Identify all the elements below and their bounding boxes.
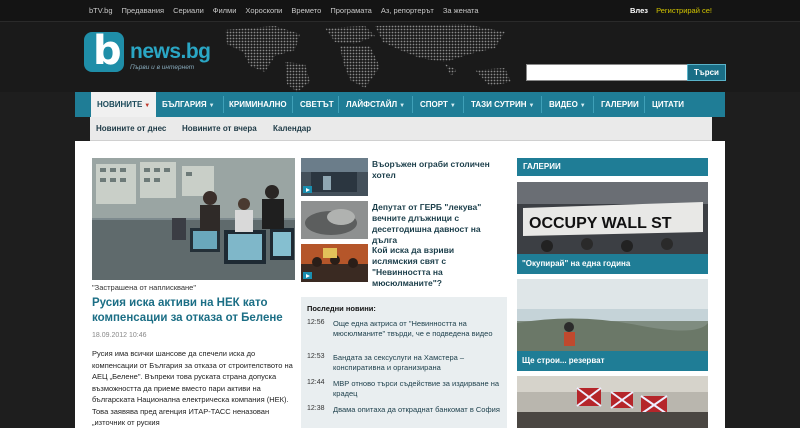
nav-item-news[interactable]: НОВИНИТЕ ▼	[91, 92, 157, 117]
lead-body: Русия има всички шансове да спечели иска…	[92, 349, 293, 427]
nav-item-this-morning[interactable]: ТАЗИ СУТРИН ▼	[471, 92, 535, 117]
gallery-item[interactable]: Ще строи... резерват	[517, 279, 708, 371]
nav-item-galleries[interactable]: ГАЛЕРИИ	[601, 92, 639, 117]
latest-news-time: 12:56	[307, 319, 325, 326]
latest-news-time: 12:44	[307, 379, 325, 386]
site-header: b news.bg Първи и в интернет Търси	[0, 22, 800, 92]
subnav-calendar[interactable]: Календар	[273, 124, 311, 133]
world-map-graphic	[225, 24, 511, 92]
logo-tagline: Първи и в интернет	[130, 64, 195, 71]
subnav-today[interactable]: Новините от днес	[96, 124, 166, 133]
main-nav: НОВИНИТЕ ▼ БЪЛГАРИЯ ▼ КРИМИНАЛНО СВЕТЪТ ЛА…	[75, 92, 725, 117]
latest-news-time: 12:38	[307, 405, 325, 412]
latest-news-text[interactable]: Двама опитаха да откраднат банкомат в Со…	[333, 405, 503, 415]
svg-text:OCCUPY WALL ST: OCCUPY WALL ST	[529, 215, 672, 232]
lead-date: 18.09.2012 10:46	[92, 332, 147, 339]
nav-item-crime[interactable]: КРИМИНАЛНО	[229, 92, 287, 117]
chevron-down-icon: ▼	[144, 103, 151, 109]
latest-news-text[interactable]: МВР отново търси съдействие за издирване…	[333, 379, 503, 399]
nav-item-sport[interactable]: СПОРТ ▼	[420, 92, 456, 117]
gallery-caption[interactable]: "Окупирай" на една година	[517, 254, 708, 274]
sub-nav: Новините от днес Новините от вчера Кален…	[90, 117, 712, 141]
register-link[interactable]: Регистрирай се!	[656, 6, 712, 15]
auth-links: Влез Регистрирай се!	[630, 6, 712, 15]
login-link[interactable]: Влез	[630, 6, 648, 15]
latest-news-text[interactable]: Още една актриса от "Невинността на мюсю…	[333, 319, 503, 339]
story-thumbnail	[301, 158, 368, 196]
story-title[interactable]: Въоръжен ограби столичен хотел	[372, 159, 502, 181]
video-play-icon	[303, 186, 312, 193]
logo-mark: b	[84, 28, 124, 74]
latest-news-box: Последни новини: 12:56 Още една актриса …	[301, 297, 507, 428]
chevron-down-icon: ▼	[399, 103, 406, 109]
chevron-down-icon: ▼	[208, 103, 215, 109]
control-room-photo	[92, 158, 295, 280]
story-thumbnail	[301, 244, 368, 282]
story-item[interactable]: Въоръжен ограби столичен хотел	[301, 158, 507, 198]
galleries-heading[interactable]: ГАЛЕРИИ	[517, 158, 708, 176]
lead-headline[interactable]: Русия иска активи на НЕК като компенсаци…	[92, 296, 297, 326]
nav-item-bulgaria[interactable]: БЪЛГАРИЯ ▼	[162, 92, 215, 117]
chevron-down-icon: ▼	[528, 103, 535, 109]
nav-item-video[interactable]: ВИДЕО ▼	[549, 92, 586, 117]
link-program[interactable]: Програмата	[330, 6, 372, 15]
link-women[interactable]: За жената	[443, 6, 479, 15]
latest-news-text[interactable]: Бандата за сексуслуги на Хамстера – конс…	[333, 353, 503, 373]
link-horoscopes[interactable]: Хороскопи	[245, 6, 282, 15]
lead-story-image[interactable]	[92, 158, 295, 280]
story-title[interactable]: Депутат от ГЕРБ "лекува" вечните длъжниц…	[372, 202, 502, 246]
gallery-item[interactable]	[517, 376, 708, 428]
link-btv[interactable]: bTV.bg	[89, 6, 113, 15]
search-input[interactable]	[526, 64, 688, 81]
story-item[interactable]: Кой иска да взриви ислямския свят с "Нев…	[301, 244, 507, 288]
nav-item-quotes[interactable]: ЦИТАТИ	[652, 92, 684, 117]
video-play-icon	[303, 272, 312, 279]
search-box: Търси	[526, 64, 726, 81]
nav-item-lifestyle[interactable]: ЛАЙФСТАЙЛ ▼	[346, 92, 405, 117]
link-weather[interactable]: Времето	[291, 6, 321, 15]
link-reporter[interactable]: Аз, репортерът	[381, 6, 434, 15]
latest-news-time: 12:53	[307, 353, 325, 360]
logo-name: news.bg	[130, 40, 211, 63]
lead-image-caption: "Застрашена от наплискване"	[92, 283, 197, 292]
subnav-yesterday[interactable]: Новините от вчера	[182, 124, 257, 133]
nav-item-world[interactable]: СВЕТЪТ	[300, 92, 334, 117]
gallery-photo	[517, 376, 708, 428]
link-shows[interactable]: Предавания	[122, 6, 165, 15]
story-item[interactable]: Депутат от ГЕРБ "лекува" вечните длъжниц…	[301, 201, 507, 245]
gallery-caption[interactable]: Ще строи... резерват	[517, 351, 708, 371]
gallery-item[interactable]: OCCUPY WALL ST "Окупирай" на една година	[517, 182, 708, 274]
latest-news-heading: Последни новини:	[307, 304, 376, 313]
chevron-down-icon: ▼	[579, 103, 586, 109]
story-title[interactable]: Кой иска да взриви ислямския свят с "Нев…	[372, 245, 502, 289]
story-thumbnail	[301, 201, 368, 239]
chevron-down-icon: ▼	[449, 103, 456, 109]
search-button[interactable]: Търси	[687, 64, 726, 81]
link-movies[interactable]: Филми	[213, 6, 237, 15]
network-links: bTV.bg Предавания Сериали Филми Хороскопи Вре…	[89, 6, 488, 15]
link-series[interactable]: Сериали	[173, 6, 204, 15]
top-bar: bTV.bg Предавания Сериали Филми Хороскопи Вре…	[0, 0, 800, 22]
